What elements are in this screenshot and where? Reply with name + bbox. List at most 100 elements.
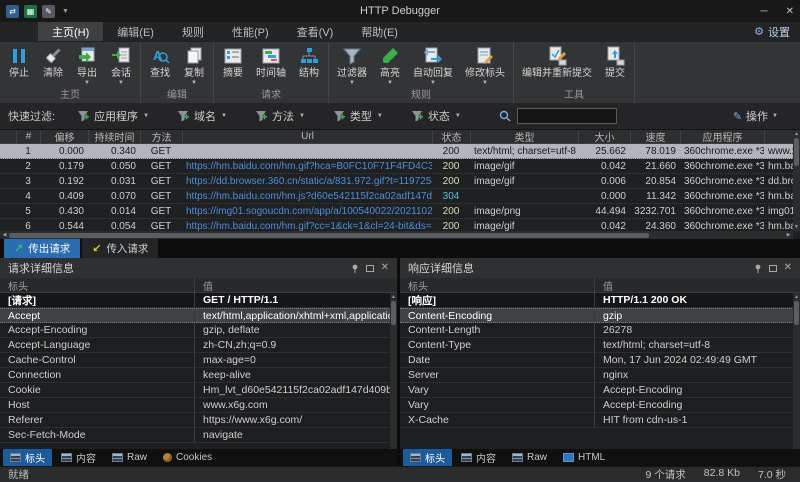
status-ready: 就绪 <box>8 467 29 482</box>
header-row[interactable]: X-CacheHIT from cdn-us-1 <box>400 413 800 428</box>
header-row[interactable]: Content-Typetext/html; charset=utf-8 <box>400 338 800 353</box>
header-row[interactable]: VaryAccept-Encoding <box>400 383 800 398</box>
clear-button[interactable]: 清除 <box>36 42 70 87</box>
tab-cookies[interactable]: Cookies <box>156 449 219 466</box>
col-type[interactable]: 类型 <box>470 130 578 143</box>
tab-html[interactable]: HTML <box>556 449 612 466</box>
session-button[interactable]: 会话▼ <box>104 42 138 87</box>
search-input[interactable] <box>517 108 617 124</box>
modify-headers-button[interactable]: 修改标头▼ <box>459 42 511 87</box>
header-row[interactable]: [请求]GET / HTTP/1.1 <box>0 293 397 308</box>
filter-rule-button[interactable]: 过滤器▼ <box>331 42 373 87</box>
col-size[interactable]: 大小 <box>578 130 630 143</box>
header-row[interactable]: Connectionkeep-alive <box>0 368 397 383</box>
scroll-up-icon[interactable]: ▲ <box>794 293 799 301</box>
table-row[interactable]: 1 0.0000.340 GET 200text/html; charset=u… <box>0 144 793 159</box>
col-offset[interactable]: 偏移 <box>40 130 88 143</box>
panel-vertical-scrollbar[interactable]: ▲ <box>793 293 800 449</box>
http-debugger-window: ⇄ ▦ ✎ ▼ HTTP Debugger ─ ✕ 主页(H) 编辑(E) 规则… <box>0 0 800 482</box>
highlight-button[interactable]: 高亮▼ <box>373 42 407 87</box>
tab-rules[interactable]: 规则 <box>168 22 218 41</box>
submit-button[interactable]: 提交 <box>598 42 632 87</box>
table-row[interactable]: 6 0.5440.054 GEThttps://hm.baidu.com/hm.… <box>0 219 793 231</box>
copy-button[interactable]: 复制▼ <box>177 42 211 87</box>
tab-raw[interactable]: Raw <box>105 449 154 466</box>
header-row[interactable]: [响应]HTTP/1.1 200 OK <box>400 293 800 308</box>
grid-vertical-scrollbar[interactable]: ▲ ▼ <box>793 130 800 231</box>
tab-content[interactable]: 内容 <box>54 449 103 466</box>
find-button[interactable]: A 查找 <box>143 42 177 87</box>
actions-button[interactable]: ✎ 操作 ▼ <box>733 108 778 124</box>
excel-export-icon[interactable]: ▦ <box>24 5 37 18</box>
table-row[interactable]: 4 0.4090.070 GEThttps://hm.baidu.com/hm.… <box>0 189 793 204</box>
tab-raw[interactable]: Raw <box>505 449 554 466</box>
header-row[interactable]: Servernginx <box>400 368 800 383</box>
col-num[interactable]: # <box>16 130 40 143</box>
header-row[interactable]: Content-Encodinggzip <box>400 308 800 323</box>
filter-method-button[interactable]: 方法▼ <box>255 108 305 124</box>
scroll-up-icon[interactable]: ▲ <box>391 293 396 301</box>
col-status[interactable]: 状态 <box>432 130 470 143</box>
tab-incoming-requests[interactable]: ↙ 传入请求 <box>82 239 158 258</box>
header-row[interactable]: Cache-Controlmax-age=0 <box>0 353 397 368</box>
col-duration[interactable]: 持续时间 <box>88 130 140 143</box>
gear-icon: ⚙ <box>754 25 764 38</box>
col-url[interactable]: Url <box>182 130 432 143</box>
header-row[interactable]: DateMon, 17 Jun 2024 02:49:49 GMT <box>400 353 800 368</box>
tab-home[interactable]: 主页(H) <box>38 22 103 41</box>
scroll-right-icon[interactable]: ▶ <box>784 232 793 238</box>
header-row[interactable]: Refererhttps://www.x6g.com/ <box>0 413 397 428</box>
summary-button[interactable]: 摘要 <box>216 42 250 87</box>
tab-outgoing-requests[interactable]: ↗ 传出请求 <box>4 239 80 258</box>
col-app[interactable]: 应用程序 <box>680 130 764 143</box>
table-row[interactable]: 3 0.1920.031 GEThttps://dd.browser.360.c… <box>0 174 793 189</box>
tab-headers[interactable]: 标头 <box>3 449 52 466</box>
panel-vertical-scrollbar[interactable]: ▲ <box>390 293 397 449</box>
header-row[interactable]: Hostwww.x6g.com <box>0 398 397 413</box>
pin-icon[interactable] <box>754 264 762 273</box>
col-method[interactable]: 方法 <box>140 130 182 143</box>
stop-button[interactable]: 停止 <box>2 42 36 87</box>
table-row[interactable]: 5 0.4300.014 GEThttps://img01.sogoucdn.c… <box>0 204 793 219</box>
auto-respond-button[interactable]: 自动回复▼ <box>407 42 459 87</box>
minimize-button[interactable]: ─ <box>761 6 768 17</box>
filter-type-button[interactable]: 类型▼ <box>333 108 383 124</box>
float-window-icon[interactable] <box>769 265 777 272</box>
structure-button[interactable]: 结构 <box>292 42 326 87</box>
header-row[interactable]: Accepttext/html,application/xhtml+xml,ap… <box>0 308 397 323</box>
header-row[interactable]: Sec-Fetch-Modenavigate <box>0 428 397 443</box>
close-panel-icon[interactable]: ✕ <box>381 263 389 273</box>
scroll-up-icon[interactable]: ▲ <box>794 130 799 138</box>
pin-icon[interactable] <box>351 264 359 273</box>
header-row[interactable]: CookieHm_lvt_d60e542115f2ca02adf147d409b… <box>0 383 397 398</box>
tab-performance[interactable]: 性能(P) <box>218 22 283 41</box>
header-row[interactable]: Content-Length26278 <box>400 323 800 338</box>
header-row[interactable]: VaryAccept-Encoding <box>400 398 800 413</box>
edit-resubmit-button[interactable]: 编辑并重新提交 <box>516 42 598 87</box>
filter-application-button[interactable]: 应用程序▼ <box>77 108 149 124</box>
close-panel-icon[interactable]: ✕ <box>784 263 792 273</box>
chevron-down-icon: ▼ <box>221 113 227 119</box>
grid-header-row: # 偏移 持续时间 方法 Url 状态 类型 大小 速度 应用程序 <box>0 130 793 144</box>
tab-view[interactable]: 查看(V) <box>283 22 348 41</box>
grid-horizontal-scrollbar[interactable]: ◀ ▶ <box>0 231 793 239</box>
table-row[interactable]: 2 0.1790.050 GEThttps://hm.baidu.com/hm.… <box>0 159 793 174</box>
quick-access-caret-icon[interactable]: ▼ <box>62 8 69 15</box>
float-window-icon[interactable] <box>366 265 374 272</box>
tab-content[interactable]: 内容 <box>454 449 503 466</box>
export-button[interactable]: 导出▼ <box>70 42 104 87</box>
close-button[interactable]: ✕ <box>786 6 794 17</box>
col-speed[interactable]: 速度 <box>630 130 680 143</box>
filter-status-button[interactable]: 状态▼ <box>411 108 461 124</box>
filter-domain-button[interactable]: 域名▼ <box>177 108 227 124</box>
header-row[interactable]: Accept-Languagezh-CN,zh;q=0.9 <box>0 338 397 353</box>
settings-button[interactable]: ⚙ 设置 <box>754 22 800 41</box>
clear-quick-icon[interactable]: ✎ <box>42 5 55 18</box>
tab-edit[interactable]: 编辑(E) <box>103 22 168 41</box>
scroll-left-icon[interactable]: ◀ <box>0 232 9 238</box>
tab-help[interactable]: 帮助(E) <box>347 22 412 41</box>
timeline-button[interactable]: 时间轴 <box>250 42 292 87</box>
scroll-down-icon[interactable]: ▼ <box>794 223 799 231</box>
tab-headers[interactable]: 标头 <box>403 449 452 466</box>
header-row[interactable]: Accept-Encodinggzip, deflate <box>0 323 397 338</box>
